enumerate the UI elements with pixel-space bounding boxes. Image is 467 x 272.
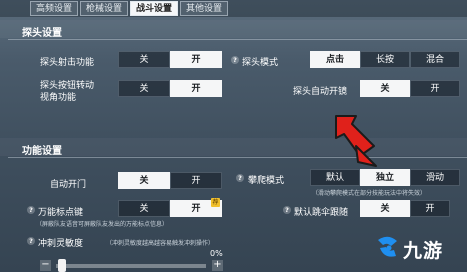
scope-rotate-label-line1: 探头按钮转动	[40, 81, 95, 91]
sprint-help-icon[interactable]: ?	[27, 237, 35, 245]
scope-rotate-label: 探头按钮转动 视角功能	[40, 80, 94, 104]
sprint-decrease-button[interactable]: −	[40, 260, 51, 271]
features-section-title: 功能设置	[22, 146, 62, 157]
follow-on-button[interactable]: 开	[410, 200, 450, 217]
scope-auto-label: 探头自动开镜	[293, 87, 348, 97]
scope-mode-help-icon[interactable]: ?	[231, 56, 239, 64]
tab-firearm[interactable]: 枪械设置	[80, 1, 128, 16]
climb-slide-button[interactable]: 滑动	[410, 169, 460, 186]
sprint-slider-track[interactable]	[56, 264, 206, 268]
features-section-divider	[8, 157, 467, 158]
follow-off-button[interactable]: 关	[360, 200, 410, 217]
scope-auto-off-button[interactable]: 关	[360, 80, 410, 97]
tab-other[interactable]: 其他设置	[180, 1, 228, 16]
features-section-header	[0, 138, 467, 156]
marker-off-button[interactable]: 关	[118, 200, 170, 217]
sprint-hint: （冲刺灵敏度越高越容易触发冲刺操作）	[106, 240, 215, 247]
climb-mode-help-icon[interactable]: ?	[236, 174, 244, 182]
scope-section-header	[0, 20, 467, 38]
new-badge-icon: 荐	[211, 198, 220, 207]
scope-rotate-label-line2: 视角功能	[40, 93, 77, 103]
scope-auto-on-button[interactable]: 开	[410, 80, 460, 97]
marker-help-icon[interactable]: ?	[27, 206, 35, 214]
scope-rotate-on-button[interactable]: 开	[170, 80, 222, 97]
jiuyou-logo-icon	[378, 236, 397, 257]
sprint-slider-knob[interactable]	[58, 259, 66, 272]
red-arrow-annotation	[335, 115, 377, 167]
sprint-label: 冲刺灵敏度	[38, 239, 84, 249]
auto-door-off-button[interactable]: 关	[118, 172, 170, 189]
auto-door-label: 自动开门	[50, 180, 87, 190]
tab-bar: 高频设置 枪械设置 战斗设置 其他设置	[0, 0, 467, 17]
scope-mode-tap-button[interactable]: 点击	[310, 51, 360, 68]
scope-section-title: 探头设置	[22, 28, 62, 39]
tab-combat[interactable]: 战斗设置	[130, 1, 178, 16]
auto-door-on-button[interactable]: 开	[170, 172, 222, 189]
jiuyou-logo-text: 九游	[403, 240, 444, 262]
tab-high-frequency[interactable]: 高频设置	[30, 1, 78, 16]
scope-shoot-on-button[interactable]: 开	[170, 51, 222, 68]
marker-label: 万能标点键	[38, 208, 84, 218]
climb-default-button[interactable]: 默认	[310, 169, 360, 186]
climb-independent-button[interactable]: 独立	[360, 169, 410, 186]
marker-hint: （屏蔽队友语音可屏蔽队友发出的万能标点信息）	[36, 221, 169, 228]
scope-mode-mixed-button[interactable]: 混合	[410, 51, 460, 68]
scope-shoot-label: 探头射击功能	[40, 58, 95, 68]
sprint-increase-button[interactable]: +	[212, 260, 223, 271]
scope-rotate-off-button[interactable]: 关	[118, 80, 170, 97]
sprint-value-text: 0%	[210, 249, 223, 258]
scope-section-divider	[8, 39, 467, 40]
climb-mode-label: 攀爬模式	[248, 176, 285, 186]
follow-label: 默认跳伞跟随	[294, 208, 349, 218]
climb-mode-hint: （滑动攀爬模式在部分技能玩法中将失效）	[312, 190, 427, 197]
scope-mode-hold-button[interactable]: 长按	[360, 51, 410, 68]
scope-shoot-off-button[interactable]: 关	[118, 51, 170, 68]
scope-mode-label: 探头模式	[242, 58, 279, 68]
follow-help-icon[interactable]: ?	[283, 206, 291, 214]
